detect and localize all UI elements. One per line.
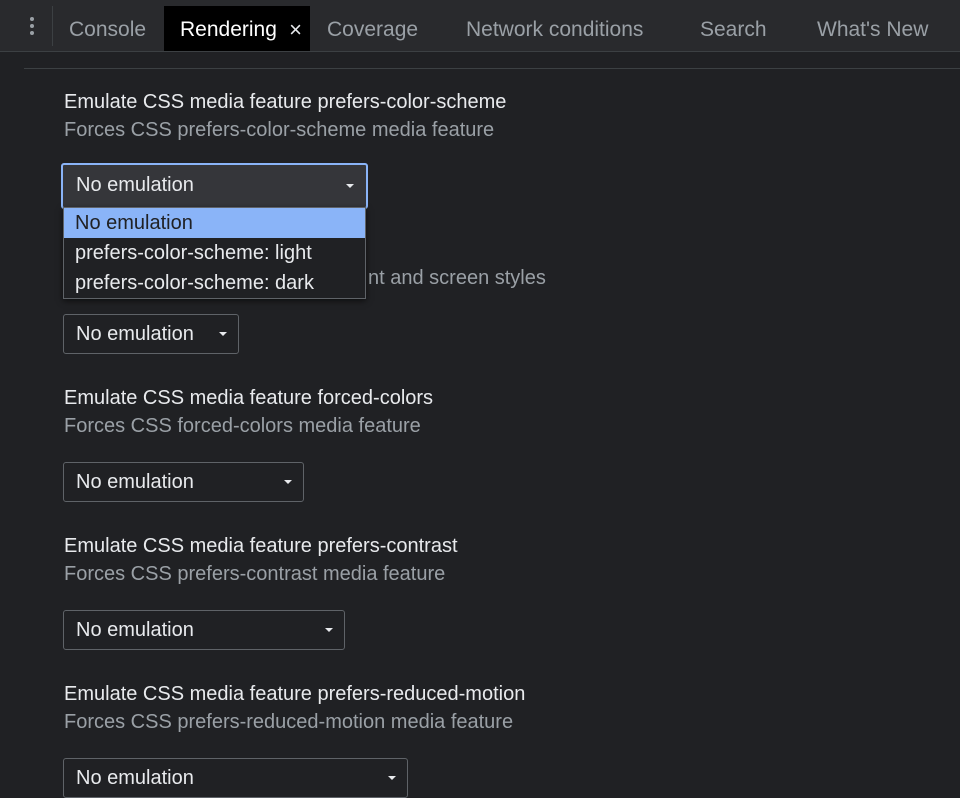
prefers-contrast-title: Emulate CSS media feature prefers-contra…	[64, 535, 458, 557]
prefers-color-scheme-title: Emulate CSS media feature prefers-color-…	[64, 91, 507, 113]
tabbar-divider	[52, 6, 53, 46]
prefers-color-scheme-dropdown: No emulation prefers-color-scheme: light…	[63, 207, 366, 299]
forced-colors-title: Emulate CSS media feature forced-colors	[64, 387, 434, 409]
chevron-down-icon	[325, 628, 333, 632]
select-value: No emulation	[76, 619, 194, 641]
forced-colors-description: Forces CSS forced-colors media feature	[64, 415, 421, 437]
prefers-contrast-description: Forces CSS prefers-contrast media featur…	[64, 563, 446, 585]
tab-label: Console	[69, 18, 147, 41]
more-tools-kebab-icon[interactable]	[22, 14, 42, 38]
dropdown-option-no-emulation[interactable]: No emulation	[64, 208, 365, 238]
tab-label: Coverage	[327, 18, 419, 41]
close-icon[interactable]: ×	[289, 6, 302, 53]
select-value: No emulation	[76, 323, 194, 345]
chevron-down-icon	[284, 480, 292, 484]
tab-label: Network conditions	[466, 18, 644, 41]
content-divider	[24, 68, 960, 69]
prefers-reduced-motion-select[interactable]: No emulation	[63, 758, 408, 798]
prefers-color-scheme-select[interactable]: No emulation	[61, 163, 368, 209]
tab-console[interactable]: Console	[69, 6, 146, 51]
tab-label: Search	[700, 18, 767, 41]
tab-rendering[interactable]: Rendering ×	[164, 6, 310, 51]
devtools-drawer-tabbar: Console Rendering × Coverage Network con…	[0, 0, 960, 52]
tab-label: What's New	[817, 18, 929, 41]
tab-coverage[interactable]: Coverage	[327, 6, 418, 51]
prefers-color-scheme-description: Forces CSS prefers-color-scheme media fe…	[64, 119, 495, 141]
tab-network-conditions[interactable]: Network conditions	[466, 6, 643, 51]
chevron-down-icon	[388, 776, 396, 780]
media-type-select[interactable]: No emulation	[63, 314, 239, 354]
prefers-reduced-motion-title: Emulate CSS media feature prefers-reduce…	[64, 683, 526, 705]
select-value: No emulation	[76, 767, 194, 789]
dropdown-option-light[interactable]: prefers-color-scheme: light	[64, 238, 365, 268]
tab-whats-new[interactable]: What's New	[817, 6, 928, 51]
media-type-description-partial: nt and screen styles	[368, 267, 546, 289]
dropdown-option-dark[interactable]: prefers-color-scheme: dark	[64, 268, 365, 298]
select-value: No emulation	[76, 174, 194, 196]
forced-colors-select[interactable]: No emulation	[63, 462, 304, 502]
chevron-down-icon	[346, 184, 354, 188]
tab-label: Rendering	[180, 18, 277, 41]
select-value: No emulation	[76, 471, 194, 493]
prefers-contrast-select[interactable]: No emulation	[63, 610, 345, 650]
tab-search[interactable]: Search	[700, 6, 767, 51]
chevron-down-icon	[219, 332, 227, 336]
prefers-reduced-motion-description: Forces CSS prefers-reduced-motion media …	[64, 711, 514, 733]
